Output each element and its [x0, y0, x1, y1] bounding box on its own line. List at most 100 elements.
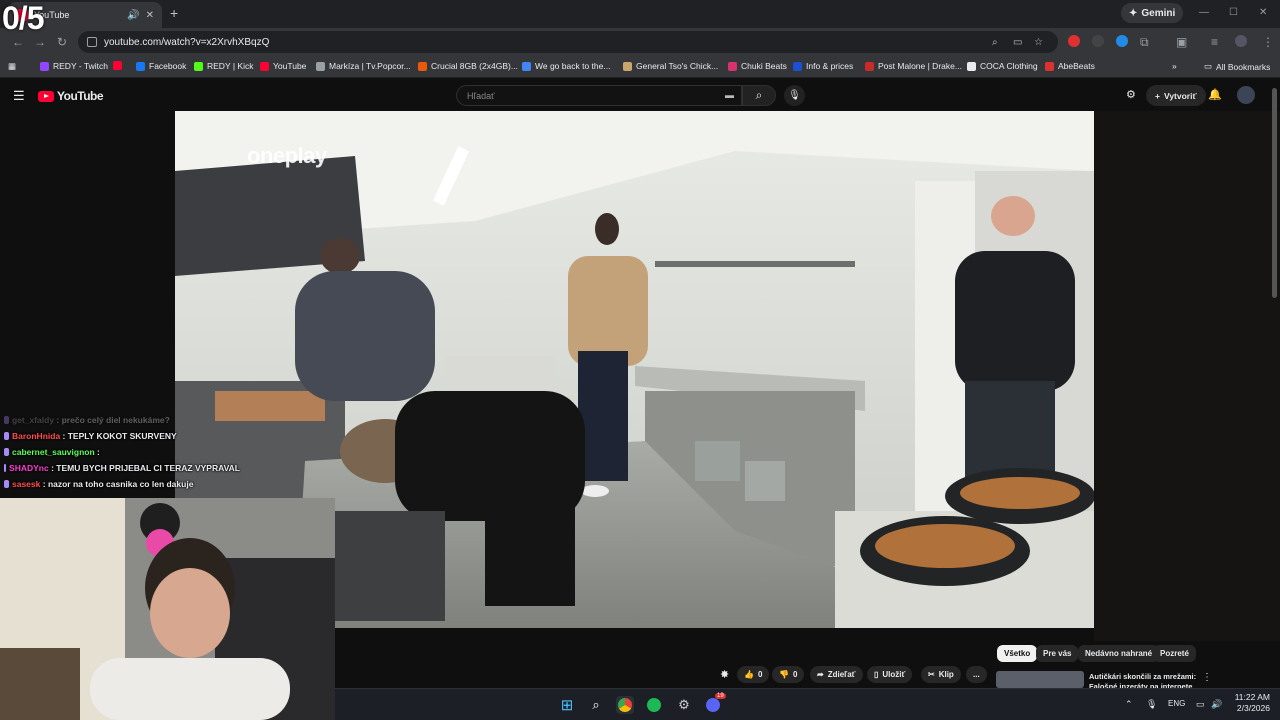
- filter-chip[interactable]: Všetko: [997, 645, 1038, 662]
- bookmark-item[interactable]: Crucial 8GB (2x4GB)...: [418, 61, 518, 71]
- filter-chip[interactable]: Pozreté: [1153, 645, 1196, 662]
- bookmark-favicon-icon: [1045, 61, 1054, 71]
- bookmark-item[interactable]: Info & prices: [793, 61, 853, 71]
- tray-chevron-icon[interactable]: ⌃: [1125, 699, 1133, 710]
- chat-text: nazor na toho casnika co len dakuje: [47, 479, 194, 489]
- bookmark-label: REDY - Twitch: [53, 61, 108, 71]
- bookmark-item[interactable]: We go back to the...: [522, 61, 610, 71]
- channel-avatar[interactable]: [1237, 86, 1255, 104]
- right-dark-area: [1094, 111, 1280, 641]
- chat-username[interactable]: sasesk: [12, 479, 40, 489]
- language-indicator[interactable]: ENG: [1168, 699, 1185, 708]
- premium-icon[interactable]: ✸: [720, 668, 729, 681]
- bookmark-item[interactable]: [113, 61, 122, 70]
- menu-kebab-icon[interactable]: ⋮: [1262, 35, 1274, 49]
- page-scrollbar[interactable]: [1272, 88, 1277, 298]
- network-icon[interactable]: ▭: [1196, 699, 1205, 710]
- like-button[interactable]: 👍 0: [737, 666, 770, 683]
- taskbar-search-icon[interactable]: ⌕: [587, 696, 605, 714]
- bookmark-star-icon[interactable]: ☆: [1034, 37, 1043, 48]
- reload-icon[interactable]: ↻: [57, 35, 67, 49]
- search-input[interactable]: Hľadať ▬: [456, 85, 742, 106]
- bookmark-item[interactable]: REDY | Kick: [194, 61, 253, 71]
- save-button[interactable]: ▯ Uložiť: [867, 666, 913, 683]
- minimize-icon[interactable]: —: [1199, 7, 1209, 18]
- tray-mic-icon[interactable]: 🎙: [1146, 699, 1157, 710]
- recommendation-title[interactable]: Autičkári skončili za mrežami: Falošné i…: [1089, 672, 1199, 688]
- bookmark-item[interactable]: Facebook: [136, 61, 186, 71]
- chat-username[interactable]: BaronHnida: [12, 431, 60, 441]
- youtube-logo[interactable]: YouTube: [38, 89, 104, 103]
- bookmark-label: AbeBeats: [1058, 61, 1095, 71]
- bookmark-label: Crucial 8GB (2x4GB)...: [431, 61, 518, 71]
- chat-text: TEMU BYCH PRIJEBAL CI TERAZ VYPRAVAL: [56, 463, 240, 473]
- bookmark-item[interactable]: Chuki Beats: [728, 61, 787, 71]
- speaker-icon[interactable]: 🔊: [127, 10, 139, 21]
- discord-logo-icon: [706, 698, 720, 712]
- filter-chip[interactable]: Pre vás: [1036, 645, 1079, 662]
- bookmarks-bar: ▦ REDY - Twitch Facebook REDY | Kick YouTub…: [0, 56, 1280, 78]
- logo-text: YouTube: [57, 89, 104, 103]
- close-window-icon[interactable]: ✕: [1259, 7, 1267, 18]
- extension-icon[interactable]: [1092, 35, 1104, 47]
- all-bookmarks-button[interactable]: ▭ All Bookmarks: [1204, 61, 1270, 72]
- recommendation-menu-icon[interactable]: ⋮: [1202, 672, 1212, 683]
- bookmark-label: YouTube: [273, 61, 307, 71]
- gemini-button[interactable]: ✦ Gemini: [1121, 3, 1184, 23]
- recommendation-thumbnail[interactable]: [996, 671, 1084, 688]
- bookmark-item[interactable]: AbeBeats: [1045, 61, 1095, 71]
- customize-icon[interactable]: ≡: [1211, 35, 1218, 49]
- dislike-button[interactable]: 👎 0: [772, 666, 805, 683]
- bookmark-item[interactable]: REDY - Twitch: [40, 61, 108, 71]
- forward-icon[interactable]: →: [34, 35, 46, 49]
- chat-username[interactable]: get_xfaldy: [12, 415, 54, 425]
- chrome-icon[interactable]: [616, 696, 634, 714]
- side-panel-icon[interactable]: ▣: [1176, 35, 1187, 49]
- bookmark-item[interactable]: COCA Clothing: [967, 61, 1038, 71]
- maximize-icon[interactable]: ☐: [1229, 7, 1238, 18]
- site-info-icon[interactable]: [87, 37, 97, 47]
- zoom-icon[interactable]: ⌕: [992, 37, 998, 48]
- clock-date: 2/3/2026: [1236, 703, 1270, 713]
- bookmark-item[interactable]: General Tso's Chick...: [623, 61, 718, 71]
- chat-username[interactable]: SHADYnc: [9, 463, 49, 473]
- chat-username[interactable]: cabernet_sauvignon: [12, 447, 95, 457]
- bookmark-favicon-icon: [40, 61, 49, 71]
- address-bar[interactable]: youtube.com/watch?v=x2XrvhXBqzQ ⌕ ▭ ☆: [78, 31, 1058, 53]
- microphone-icon: 🎙: [788, 90, 801, 101]
- apps-grid-icon[interactable]: ▦: [8, 61, 16, 72]
- cast-icon[interactable]: ▭: [1013, 37, 1022, 48]
- extensions-puzzle-icon[interactable]: ⧉: [1140, 35, 1149, 50]
- bookmark-label: Post Malone | Drake...: [878, 61, 962, 71]
- close-tab-icon[interactable]: ✕: [146, 10, 154, 21]
- notifications-bell-icon[interactable]: 🔔: [1208, 88, 1222, 101]
- bookmark-item[interactable]: Post Malone | Drake...: [865, 61, 962, 71]
- filter-chip[interactable]: Nedávno nahrané: [1078, 645, 1160, 662]
- create-button[interactable]: + Vytvoriť: [1146, 85, 1206, 106]
- clip-button[interactable]: ✂ Klip: [921, 666, 961, 683]
- hamburger-menu-icon[interactable]: ☰: [13, 88, 25, 104]
- overlay-counter: 0/5: [2, 0, 44, 36]
- bookmark-item[interactable]: Markíza | Tv.Popcor...: [316, 61, 411, 71]
- bookmark-item[interactable]: YouTube: [260, 61, 306, 71]
- profile-avatar[interactable]: [1235, 35, 1247, 47]
- bookmark-label: Markíza | Tv.Popcor...: [329, 61, 411, 71]
- search-button[interactable]: ⌕: [742, 85, 776, 106]
- taskbar-clock[interactable]: 11:22 AM 2/3/2026: [1228, 692, 1270, 714]
- extension-icon[interactable]: [1068, 35, 1080, 47]
- streamer-webcam: [0, 498, 335, 720]
- extension-icon[interactable]: [1116, 35, 1128, 47]
- bookmarks-overflow-icon[interactable]: »: [1172, 61, 1177, 71]
- volume-icon[interactable]: 🔊: [1211, 699, 1222, 710]
- share-button[interactable]: ➦ Zdieľať: [810, 666, 863, 683]
- chat-message: sasesk : nazor na toho casnika co len da…: [0, 476, 240, 492]
- app-icon[interactable]: ⚙: [675, 696, 693, 714]
- cast-icon[interactable]: ⚙: [1126, 88, 1136, 101]
- back-icon[interactable]: ←: [12, 35, 24, 49]
- spotify-icon[interactable]: [645, 696, 663, 714]
- keyboard-icon[interactable]: ▬: [725, 90, 734, 100]
- new-tab-button[interactable]: +: [170, 5, 178, 21]
- voice-search-button[interactable]: 🎙: [784, 85, 805, 106]
- more-actions-button[interactable]: ...: [966, 666, 987, 683]
- windows-start-icon[interactable]: ⊞: [558, 696, 576, 714]
